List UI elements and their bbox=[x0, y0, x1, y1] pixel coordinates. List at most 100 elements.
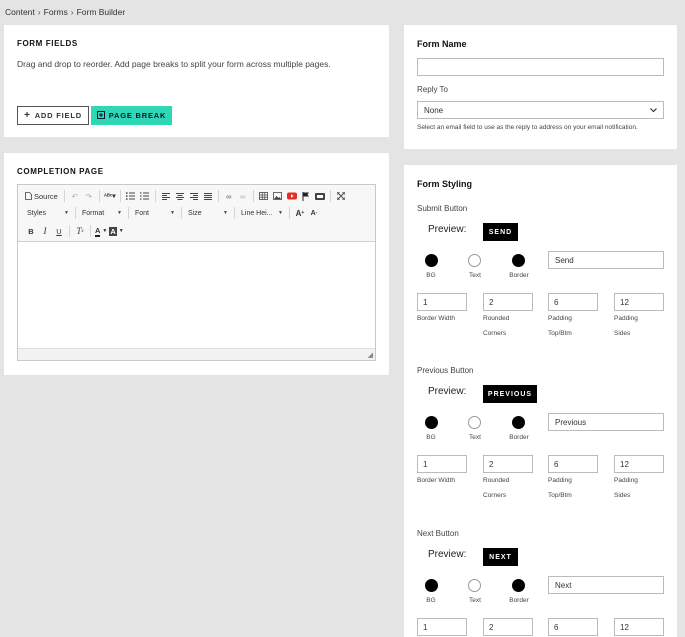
bulleted-list-icon[interactable] bbox=[138, 189, 152, 203]
preview-label: Preview: bbox=[428, 549, 467, 560]
form-name-input[interactable] bbox=[417, 58, 664, 76]
rounded-corners-input[interactable]: 2 bbox=[483, 293, 533, 311]
decrease-font-icon[interactable]: A- bbox=[307, 206, 321, 220]
padding-sides-input[interactable]: 12 bbox=[614, 455, 664, 473]
remove-format-icon[interactable]: Tx bbox=[73, 224, 87, 238]
rounded-corners-input[interactable]: 2 bbox=[483, 455, 533, 473]
button-text-input[interactable]: Next bbox=[548, 576, 664, 594]
numbered-list-icon[interactable] bbox=[124, 189, 138, 203]
source-button[interactable]: Source bbox=[24, 189, 61, 203]
preview-send-button[interactable]: SEND bbox=[483, 223, 518, 241]
form-fields-description: Drag and drop to reorder. Add page break… bbox=[17, 59, 331, 69]
breadcrumb-forms[interactable]: Forms bbox=[44, 7, 68, 17]
breadcrumb-form-builder: Form Builder bbox=[76, 7, 126, 17]
text-color-swatch[interactable] bbox=[468, 579, 481, 592]
editor-status-bar: ◢ bbox=[18, 348, 375, 360]
link-icon[interactable]: ∞ bbox=[222, 189, 236, 203]
italic-icon[interactable]: I bbox=[38, 224, 52, 238]
table-icon[interactable] bbox=[257, 189, 271, 203]
spellcheck-icon[interactable]: ᴬᴮᶜ▾ bbox=[103, 189, 117, 203]
source-icon bbox=[25, 192, 32, 200]
text-color-icon[interactable]: A ▼ bbox=[94, 224, 108, 238]
preview-label: Preview: bbox=[428, 386, 467, 397]
toolbar-separator bbox=[329, 190, 331, 202]
bg-color-swatch[interactable] bbox=[425, 254, 438, 267]
align-left-icon[interactable] bbox=[159, 189, 173, 203]
toolbar-separator bbox=[119, 190, 121, 202]
underline-icon[interactable]: U bbox=[52, 224, 66, 238]
toolbar-separator bbox=[75, 207, 76, 219]
border-color-swatch[interactable] bbox=[512, 416, 525, 429]
reply-to-label: Reply To bbox=[417, 85, 448, 94]
swatch-label-border: Border bbox=[509, 434, 529, 441]
chevron-down-icon bbox=[650, 106, 657, 115]
border-color-swatch[interactable] bbox=[512, 254, 525, 267]
padding-sides-input[interactable]: 12 bbox=[614, 293, 664, 311]
undo-icon[interactable]: ↶ bbox=[68, 189, 82, 203]
preview-next-button[interactable]: NEXT bbox=[483, 548, 518, 566]
padding-top-bottom-label: Padding Top/Btm bbox=[548, 477, 572, 499]
format-dropdown[interactable]: Format ▼ bbox=[79, 206, 125, 220]
size-dropdown[interactable]: Size ▼ bbox=[185, 206, 231, 220]
size-label: Size bbox=[188, 209, 202, 217]
button-text-input[interactable]: Send bbox=[548, 251, 664, 269]
align-justify-icon[interactable] bbox=[201, 189, 215, 203]
align-right-icon[interactable] bbox=[187, 189, 201, 203]
line-height-label: Line Hei... bbox=[241, 209, 273, 217]
bg-color-swatch[interactable] bbox=[425, 416, 438, 429]
align-center-icon[interactable] bbox=[173, 189, 187, 203]
font-dropdown[interactable]: Font ▼ bbox=[132, 206, 178, 220]
reply-to-hint: Select an email field to use as the repl… bbox=[417, 124, 638, 131]
rounded-corners-input[interactable]: 2 bbox=[483, 618, 533, 636]
caret-down-icon: ▼ bbox=[117, 210, 122, 216]
breadcrumb: Content › Forms › Form Builder bbox=[5, 7, 125, 17]
add-field-button[interactable]: + ADD FIELD bbox=[17, 106, 89, 125]
text-color-swatch[interactable] bbox=[468, 416, 481, 429]
resize-handle-icon[interactable]: ◢ bbox=[368, 351, 373, 359]
image-icon[interactable] bbox=[271, 189, 285, 203]
maximize-icon[interactable] bbox=[334, 189, 348, 203]
text-color-swatch[interactable] bbox=[468, 254, 481, 267]
preview-label: Preview: bbox=[428, 224, 467, 235]
preview-previous-button[interactable]: PREVIOUS bbox=[483, 385, 537, 403]
breadcrumb-content[interactable]: Content bbox=[5, 7, 35, 17]
page-break-icon bbox=[96, 110, 105, 121]
increase-font-icon[interactable]: A + bbox=[293, 206, 307, 220]
border-color-swatch[interactable] bbox=[512, 579, 525, 592]
rounded-corners-label: Rounded Corners bbox=[483, 315, 510, 337]
caret-down-icon: ▼ bbox=[278, 210, 283, 216]
caret-down-icon: ▼ bbox=[64, 210, 69, 216]
padding-top-bottom-input[interactable]: 6 bbox=[548, 618, 598, 636]
padding-sides-label: Padding Sides bbox=[614, 315, 638, 337]
padding-top-bottom-input[interactable]: 6 bbox=[548, 293, 598, 311]
rich-text-editor: Source ↶ ↷ ᴬᴮᶜ▾ ∞ ∞ Styles ▼ Format ▼ Fo… bbox=[17, 184, 376, 361]
button-text-input[interactable]: Previous bbox=[548, 413, 664, 431]
swatch-label-text: Text bbox=[469, 272, 481, 279]
font-label: Font bbox=[135, 209, 150, 217]
border-width-label: Border Width bbox=[417, 477, 455, 484]
border-width-input[interactable]: 1 bbox=[417, 618, 467, 636]
toolbar-separator bbox=[63, 190, 65, 202]
reply-to-select[interactable]: None bbox=[417, 101, 664, 119]
padding-sides-input[interactable]: 12 bbox=[614, 618, 664, 636]
caret-down-icon: ▼ bbox=[170, 210, 175, 216]
border-width-input[interactable]: 1 bbox=[417, 455, 467, 473]
styles-dropdown[interactable]: Styles ▼ bbox=[24, 206, 72, 220]
iframe-icon[interactable] bbox=[313, 189, 327, 203]
rounded-corners-label: Rounded Corners bbox=[483, 477, 510, 499]
bold-icon[interactable]: B bbox=[24, 224, 38, 238]
bg-color-swatch[interactable] bbox=[425, 579, 438, 592]
page-break-button[interactable]: PAGE BREAK bbox=[91, 106, 172, 125]
padding-top-bottom-input[interactable]: 6 bbox=[548, 455, 598, 473]
youtube-icon[interactable] bbox=[285, 189, 299, 203]
line-height-dropdown[interactable]: Line Hei... ▼ bbox=[238, 206, 286, 220]
form-styling-card: Form Styling Submit Button Preview: SEND… bbox=[404, 165, 677, 637]
styles-label: Styles bbox=[27, 209, 47, 217]
border-width-input[interactable]: 1 bbox=[417, 293, 467, 311]
unlink-icon[interactable]: ∞ bbox=[236, 189, 250, 203]
editor-content-area[interactable] bbox=[18, 242, 375, 348]
background-color-icon[interactable]: A ▼ bbox=[108, 224, 124, 238]
completion-page-title: COMPLETION PAGE bbox=[17, 167, 104, 176]
flag-icon[interactable] bbox=[299, 189, 313, 203]
redo-icon[interactable]: ↷ bbox=[82, 189, 96, 203]
